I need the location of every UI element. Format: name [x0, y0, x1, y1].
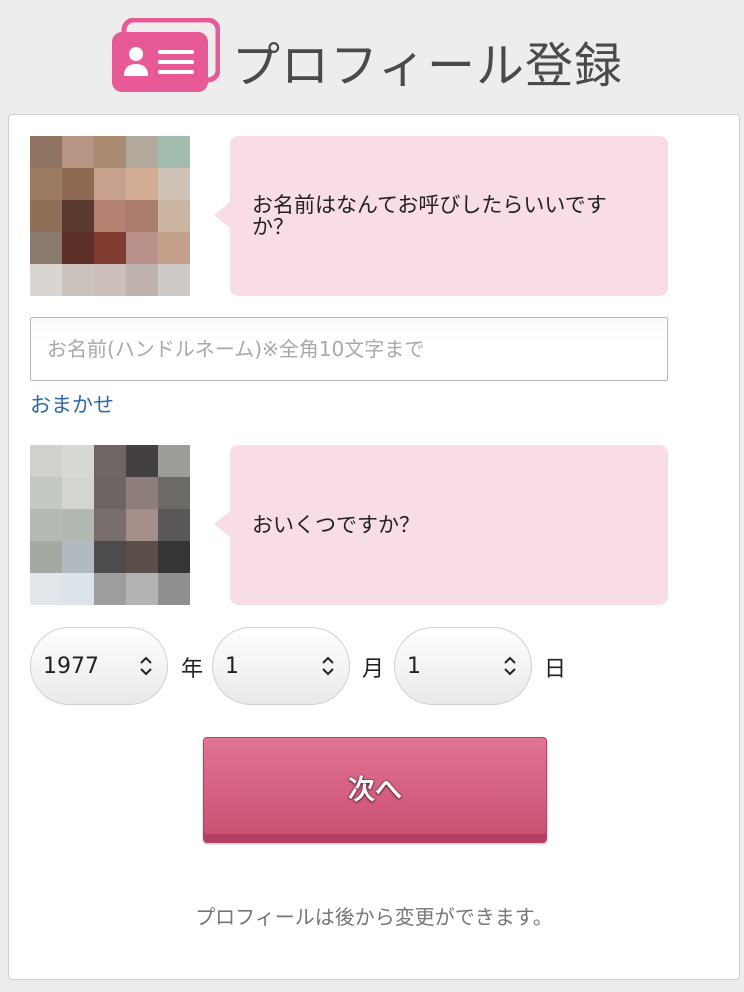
question-text: お名前はなんてお呼びしたらいいですか？ [252, 193, 607, 239]
question-bubble-name: お名前はなんてお呼びしたらいいですか？ [214, 136, 668, 296]
page-header: プロフィール登録 [0, 0, 744, 114]
next-button[interactable]: 次へ [203, 737, 547, 843]
question-bubble-age: おいくつですか？ [214, 445, 668, 605]
chevron-up-down-icon [322, 656, 334, 676]
chevron-up-down-icon [140, 656, 152, 676]
random-name-link[interactable]: おまかせ [30, 389, 114, 419]
avatar [30, 445, 190, 605]
profile-card-icon [112, 18, 220, 92]
name-input[interactable] [30, 317, 668, 381]
profile-registration-page: プロフィール登録 お名前はなんてお呼びしたらいいですか？ おまかせ おいくつです… [0, 0, 744, 992]
month-unit-label: 月 [362, 657, 385, 682]
registration-card: お名前はなんてお呼びしたらいいですか？ おまかせ おいくつですか？ 1977 年… [8, 114, 740, 980]
page-title: プロフィール登録 [232, 38, 624, 94]
day-unit-label: 日 [544, 657, 567, 682]
avatar [30, 136, 190, 296]
profile-change-note: プロフィールは後から変更ができます。 [195, 905, 553, 929]
question-text: おいくつですか？ [252, 513, 420, 537]
year-unit-label: 年 [181, 657, 204, 682]
birth-day-value: 1 [407, 653, 421, 679]
birth-year-select[interactable]: 1977 [30, 627, 168, 705]
birth-year-value: 1977 [43, 653, 99, 679]
birth-day-select[interactable]: 1 [394, 627, 532, 705]
birth-month-select[interactable]: 1 [212, 627, 350, 705]
birth-month-value: 1 [225, 653, 239, 679]
chevron-up-down-icon [504, 656, 516, 676]
